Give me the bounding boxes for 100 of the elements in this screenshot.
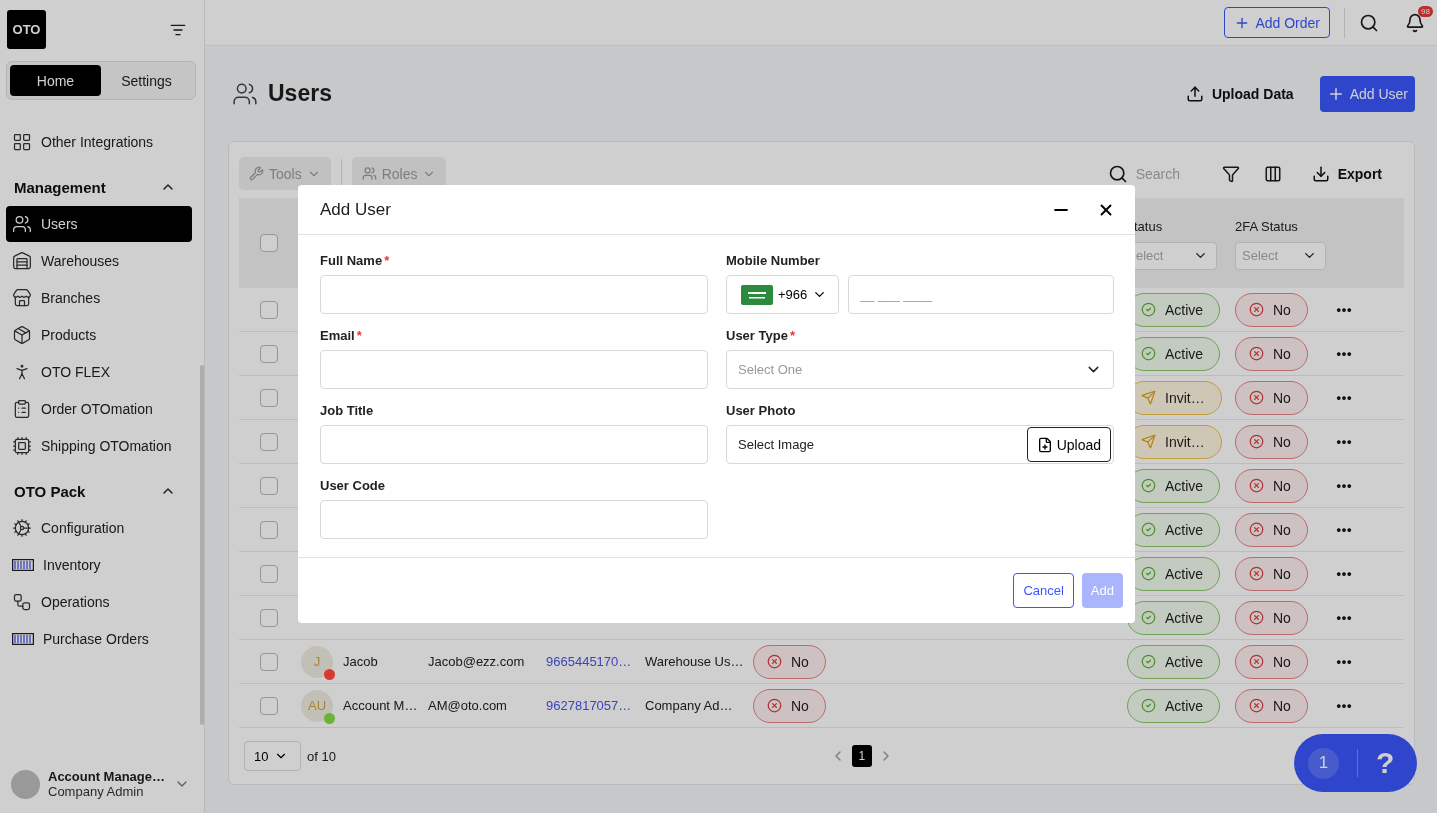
text-input[interactable] bbox=[320, 275, 708, 314]
sidebar-tab[interactable]: Settings bbox=[101, 65, 192, 96]
file-field[interactable]: Select Image Upload bbox=[726, 425, 1114, 464]
phone-input[interactable]: __ ___ ____ bbox=[848, 275, 1114, 314]
users-icon bbox=[361, 166, 377, 181]
x-circle-icon bbox=[1249, 346, 1264, 361]
sidebar-item[interactable]: Users bbox=[6, 206, 192, 242]
field-label: Job Title bbox=[320, 403, 375, 418]
upload-button[interactable]: Upload bbox=[1026, 427, 1111, 462]
row-checkbox[interactable] bbox=[260, 388, 278, 407]
select-all-checkbox[interactable] bbox=[260, 234, 278, 252]
sidebar-item[interactable]: Products bbox=[6, 317, 192, 353]
x-circle-icon bbox=[1249, 434, 1264, 449]
text-input[interactable] bbox=[320, 425, 708, 464]
sidebar-item[interactable]: Configuration bbox=[6, 510, 192, 546]
column-header: tatus bbox=[1133, 218, 1164, 234]
search-input[interactable]: Search bbox=[1133, 164, 1198, 183]
status-text: Active bbox=[1165, 565, 1204, 582]
status-text: Active bbox=[1165, 521, 1204, 538]
file-plus-icon bbox=[1036, 436, 1053, 453]
status-text: No bbox=[1273, 653, 1291, 670]
upload-data-button[interactable]: Upload Data bbox=[1179, 83, 1300, 104]
export-button[interactable]: Export bbox=[1305, 163, 1388, 184]
field-label: Mobile Number bbox=[726, 253, 821, 268]
avatar-placeholder bbox=[11, 769, 40, 799]
wrench-icon bbox=[249, 166, 264, 181]
clipboard-list-icon bbox=[12, 399, 32, 419]
check-circle-icon bbox=[1141, 478, 1156, 493]
status-text: No bbox=[1273, 697, 1291, 714]
x-circle-icon bbox=[1249, 390, 1264, 405]
country-code-select[interactable]: +966 bbox=[726, 275, 839, 314]
check-circle-icon bbox=[1141, 522, 1156, 537]
user-email: AM@oto.com bbox=[428, 698, 507, 713]
row-checkbox[interactable] bbox=[260, 344, 278, 363]
status-text: No bbox=[791, 697, 809, 714]
text-input[interactable] bbox=[320, 500, 708, 539]
row-checkbox[interactable] bbox=[260, 432, 278, 451]
sidebar-item[interactable]: Warehouses bbox=[6, 243, 192, 279]
bell-icon[interactable] bbox=[1405, 12, 1425, 33]
sidebar-item[interactable]: Shipping OTOmation bbox=[6, 428, 192, 464]
status-text: Active bbox=[1165, 697, 1204, 714]
status-text: No bbox=[1273, 521, 1291, 538]
sidebar-tab[interactable]: Home bbox=[10, 65, 101, 96]
download-icon bbox=[1311, 164, 1330, 183]
field-label: User Type* bbox=[726, 328, 796, 343]
page-title: Users bbox=[268, 80, 333, 107]
user-type: Company Ad… bbox=[645, 698, 733, 713]
row-checkbox[interactable] bbox=[260, 696, 278, 715]
row-checkbox[interactable] bbox=[260, 608, 278, 627]
sidebar-item[interactable]: Branches bbox=[6, 280, 192, 316]
status-text: No bbox=[1273, 345, 1291, 362]
upload-icon bbox=[1185, 84, 1204, 103]
status-text: Active bbox=[1165, 609, 1204, 626]
dialog-title: Add User bbox=[320, 199, 392, 220]
row-checkbox[interactable] bbox=[260, 476, 278, 495]
sidebar-item[interactable]: Other Integrations bbox=[6, 124, 192, 160]
x-circle-icon bbox=[1249, 302, 1264, 317]
add-order-button[interactable]: Add Order bbox=[1224, 7, 1330, 38]
user-name: Account M… bbox=[343, 698, 418, 713]
user-type: Warehouse Us… bbox=[645, 654, 744, 669]
help-button[interactable]: ? bbox=[1376, 746, 1395, 780]
phone-link[interactable]: 9627817057… bbox=[546, 698, 632, 713]
filter-icon[interactable] bbox=[1221, 164, 1240, 183]
row-checkbox[interactable] bbox=[260, 564, 278, 583]
page-total: of 10 bbox=[307, 748, 336, 764]
user-avatar: AU bbox=[301, 689, 333, 722]
row-checkbox[interactable] bbox=[260, 652, 278, 671]
column-header: 2FA Status bbox=[1235, 218, 1299, 234]
cancel-button[interactable]: Cancel bbox=[1013, 573, 1074, 608]
phone-link[interactable]: 9665445170… bbox=[546, 654, 632, 669]
package-icon bbox=[12, 325, 32, 345]
x-circle-icon bbox=[1249, 610, 1264, 625]
check-circle-icon bbox=[1141, 654, 1156, 669]
x-circle-icon bbox=[1249, 522, 1264, 537]
sidebar-item[interactable]: Purchase Orders bbox=[6, 621, 192, 657]
strip-icon bbox=[12, 559, 34, 571]
check-circle-icon bbox=[1141, 566, 1156, 581]
text-input[interactable] bbox=[320, 350, 708, 389]
user-avatar: J bbox=[301, 645, 333, 678]
page-size-select[interactable]: 10 bbox=[244, 741, 301, 771]
warehouse-icon bbox=[12, 251, 32, 271]
status-text: Active bbox=[1165, 345, 1204, 362]
search-icon[interactable] bbox=[1359, 12, 1379, 33]
add-user-button[interactable]: Add User bbox=[1319, 75, 1415, 112]
row-checkbox[interactable] bbox=[260, 300, 278, 319]
notification-badge: 98 bbox=[1418, 5, 1433, 17]
sidebar-item[interactable]: Operations bbox=[6, 584, 192, 620]
row-checkbox[interactable] bbox=[260, 520, 278, 539]
send-icon bbox=[1141, 390, 1156, 405]
sidebar-item[interactable]: Inventory bbox=[6, 547, 192, 583]
page-button[interactable]: 1 bbox=[851, 745, 872, 767]
user-name: Jacob bbox=[343, 654, 378, 669]
sidebar-item[interactable]: Order OTOmation bbox=[6, 391, 192, 427]
columns-icon[interactable] bbox=[1263, 164, 1282, 183]
account-name: Account Manage… bbox=[48, 769, 166, 784]
file-field-text: Select Image bbox=[738, 437, 814, 452]
x-circle-icon bbox=[1249, 698, 1264, 713]
status-text: Active bbox=[1165, 477, 1204, 494]
strip-icon bbox=[12, 633, 34, 645]
sidebar-item[interactable]: OTO FLEX bbox=[6, 354, 192, 390]
